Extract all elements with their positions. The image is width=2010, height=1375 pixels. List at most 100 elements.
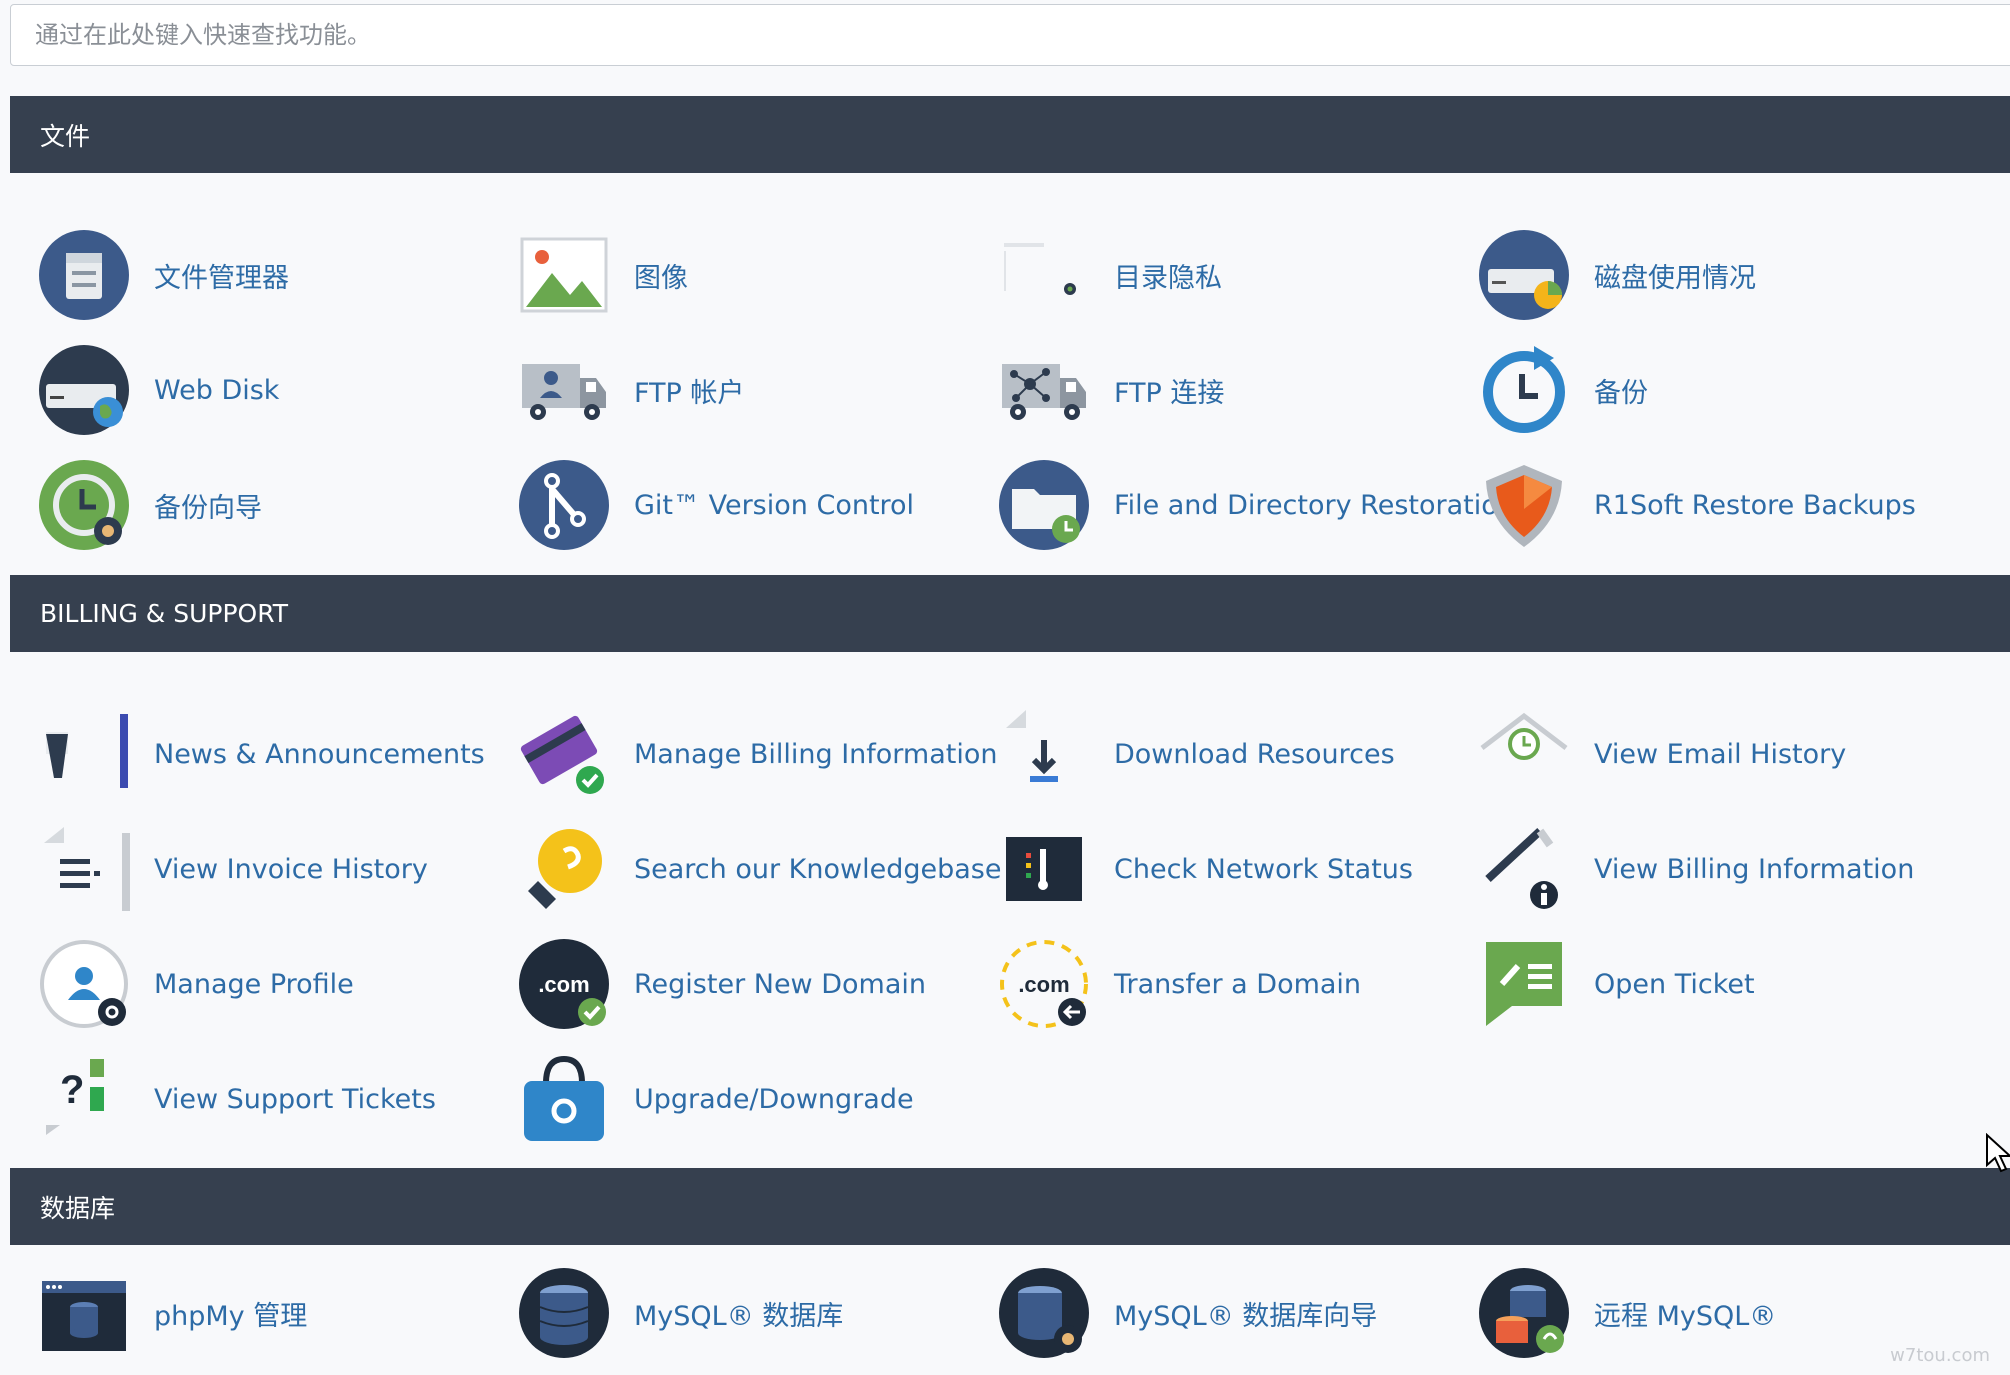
r1soft-shield-icon — [1478, 459, 1570, 551]
billing-info-icon — [1478, 823, 1570, 915]
tool-label: Manage Profile — [154, 968, 354, 1000]
tool-disk-usage[interactable]: 磁盘使用情况 — [1478, 225, 1756, 325]
tool-label: MySQL® 数据库向导 — [1114, 1300, 1378, 1332]
file-restore-icon — [998, 459, 1090, 551]
tool-knowledgebase[interactable]: Search our Knowledgebase — [518, 819, 1001, 919]
tool-label: Transfer a Domain — [1114, 968, 1362, 1000]
network-status-icon — [998, 823, 1090, 915]
git-icon — [518, 459, 610, 551]
tool-label: View Billing Information — [1594, 853, 1915, 885]
directory-privacy-icon — [998, 229, 1090, 321]
profile-icon — [38, 938, 130, 1030]
tool-label: 目录隐私 — [1114, 262, 1222, 294]
tool-label: Upgrade/Downgrade — [634, 1083, 914, 1115]
section-databases: 数据库 phpMy 管理 MySQL® 数据库 MySQL® 数据库向导 远程 … — [10, 1168, 2010, 1375]
tool-images[interactable]: 图像 — [518, 225, 688, 325]
section-header-databases[interactable]: 数据库 — [10, 1168, 2010, 1245]
remote-mysql-icon — [1478, 1267, 1570, 1359]
backup-icon — [1478, 344, 1570, 436]
tool-r1soft-restore[interactable]: R1Soft Restore Backups — [1478, 455, 1916, 555]
mysql-database-icon — [518, 1267, 610, 1359]
download-icon — [998, 708, 1090, 800]
files-grid: 文件管理器 图像 目录隐私 磁盘使用情况 Web Disk FTP 帐户 FTP… — [10, 173, 2010, 553]
upgrade-bag-icon — [518, 1053, 610, 1145]
disk-usage-icon — [1478, 229, 1570, 321]
ftp-connections-icon — [998, 344, 1090, 436]
tool-backup-wizard[interactable]: 备份向导 — [38, 455, 262, 555]
images-icon — [518, 229, 610, 321]
tool-label: FTP 帐户 — [634, 377, 745, 409]
tool-backup[interactable]: 备份 — [1478, 340, 1648, 440]
search-input[interactable] — [10, 4, 2010, 66]
tool-news-announcements[interactable]: News & Announcements — [38, 704, 485, 804]
ftp-accounts-icon — [518, 344, 610, 436]
mysql-wizard-icon — [998, 1267, 1090, 1359]
section-header-billing[interactable]: BILLING & SUPPORT — [10, 575, 2010, 652]
tool-download-resources[interactable]: Download Resources — [998, 704, 1395, 804]
support-tickets-icon — [38, 1053, 130, 1145]
tool-label: 备份向导 — [154, 492, 262, 524]
tool-label: 图像 — [634, 262, 688, 294]
lightbulb-icon — [518, 823, 610, 915]
tool-label: 文件管理器 — [154, 262, 289, 294]
phpmyadmin-icon — [38, 1267, 130, 1359]
mouse-cursor-icon — [1986, 1133, 2010, 1173]
tool-web-disk[interactable]: Web Disk — [38, 340, 279, 440]
tool-label: View Email History — [1594, 738, 1847, 770]
tool-label: View Invoice History — [154, 853, 428, 885]
search-bar — [10, 4, 2010, 66]
register-domain-icon — [518, 938, 610, 1030]
tool-file-manager[interactable]: 文件管理器 — [38, 225, 289, 325]
section-header-files[interactable]: 文件 — [10, 96, 2010, 173]
tool-phpmyadmin[interactable]: phpMy 管理 — [38, 1263, 307, 1363]
tool-manage-profile[interactable]: Manage Profile — [38, 934, 354, 1034]
megaphone-icon — [38, 708, 130, 800]
tool-label: Register New Domain — [634, 968, 926, 1000]
tool-billing-information[interactable]: View Billing Information — [1478, 819, 1914, 919]
open-ticket-icon — [1478, 938, 1570, 1030]
tool-register-domain[interactable]: Register New Domain — [518, 934, 926, 1034]
section-billing-support: BILLING & SUPPORT News & Announcements M… — [10, 575, 2010, 1167]
databases-grid: phpMy 管理 MySQL® 数据库 MySQL® 数据库向导 远程 MySQ… — [10, 1245, 2010, 1375]
tool-label: 远程 MySQL® — [1594, 1300, 1777, 1332]
web-disk-icon — [38, 344, 130, 436]
tool-label: Open Ticket — [1594, 968, 1755, 1000]
tool-ftp-connections[interactable]: FTP 连接 — [998, 340, 1224, 440]
tool-label: Search our Knowledgebase — [634, 853, 1002, 885]
transfer-domain-icon — [998, 938, 1090, 1030]
tool-label: Check Network Status — [1114, 853, 1413, 885]
tool-label: News & Announcements — [154, 738, 485, 770]
tool-label: R1Soft Restore Backups — [1594, 489, 1916, 521]
tool-directory-privacy[interactable]: 目录隐私 — [998, 225, 1222, 325]
tool-manage-billing[interactable]: Manage Billing Information — [518, 704, 998, 804]
tool-label: Git™ Version Control — [634, 489, 915, 521]
watermark: w7tou.com — [1890, 1345, 1990, 1366]
tool-network-status[interactable]: Check Network Status — [998, 819, 1413, 919]
tool-label: View Support Tickets — [154, 1083, 436, 1115]
section-title: BILLING & SUPPORT — [40, 599, 289, 628]
tool-label: Manage Billing Information — [634, 738, 998, 770]
tool-ftp-accounts[interactable]: FTP 帐户 — [518, 340, 744, 440]
backup-wizard-icon — [38, 459, 130, 551]
section-title: 数据库 — [40, 1193, 116, 1223]
tool-label: FTP 连接 — [1114, 377, 1225, 409]
tool-transfer-domain[interactable]: Transfer a Domain — [998, 934, 1361, 1034]
tool-upgrade-downgrade[interactable]: Upgrade/Downgrade — [518, 1049, 914, 1149]
tool-mysql-wizard[interactable]: MySQL® 数据库向导 — [998, 1263, 1377, 1363]
tool-remote-mysql[interactable]: 远程 MySQL® — [1478, 1263, 1776, 1363]
tool-mysql-databases[interactable]: MySQL® 数据库 — [518, 1263, 843, 1363]
section-files: 文件 文件管理器 图像 目录隐私 磁盘使用情况 Web Disk FTP 帐户 … — [10, 96, 2010, 553]
tool-label: Web Disk — [154, 374, 280, 406]
tool-git-version-control[interactable]: Git™ Version Control — [518, 455, 914, 555]
tool-file-restoration[interactable]: File and Directory Restoration — [998, 455, 1515, 555]
section-title: 文件 — [40, 121, 91, 151]
invoice-icon — [38, 823, 130, 915]
tool-email-history[interactable]: View Email History — [1478, 704, 1846, 804]
tool-label: File and Directory Restoration — [1114, 489, 1515, 521]
tool-open-ticket[interactable]: Open Ticket — [1478, 934, 1755, 1034]
credit-card-icon — [518, 708, 610, 800]
billing-grid: News & Announcements Manage Billing Info… — [10, 652, 2010, 1167]
tool-support-tickets[interactable]: View Support Tickets — [38, 1049, 436, 1149]
tool-label: phpMy 管理 — [154, 1300, 308, 1332]
tool-invoice-history[interactable]: View Invoice History — [38, 819, 428, 919]
